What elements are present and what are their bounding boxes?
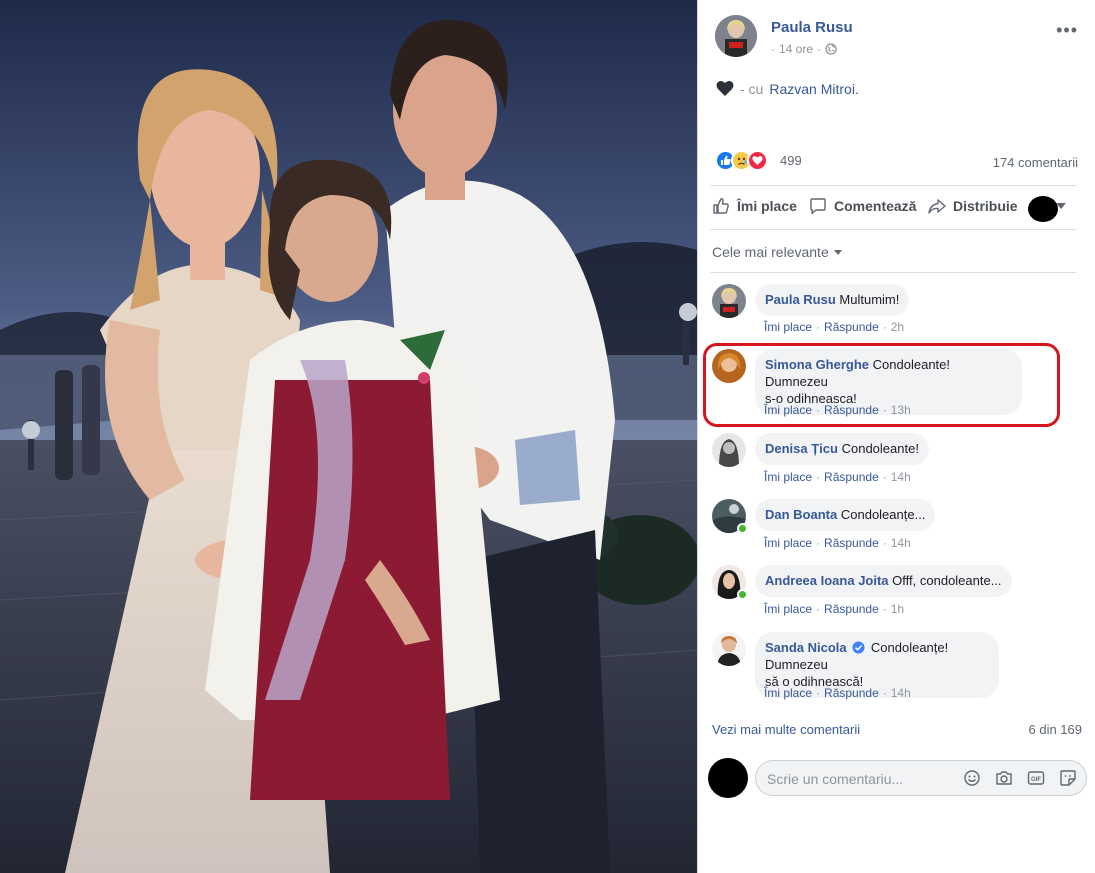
- post-timestamp[interactable]: 14 ore: [779, 42, 813, 56]
- commenter-name[interactable]: Sanda Nicola: [765, 640, 847, 655]
- sticker-icon[interactable]: [1058, 768, 1078, 788]
- globe-icon[interactable]: [825, 43, 837, 55]
- comment-composer: Scrie un comentariu... GIF: [698, 754, 1095, 804]
- commenter-name[interactable]: Simona Gherghe: [765, 357, 869, 372]
- comment-reply-link[interactable]: Răspunde: [824, 320, 879, 334]
- comment-reply-link[interactable]: Răspunde: [824, 602, 879, 616]
- commenter-avatar[interactable]: [712, 349, 746, 383]
- comment-text: Offf, condoleante...: [892, 573, 1002, 588]
- comment-reply-link[interactable]: Răspunde: [824, 403, 879, 417]
- emoji-icon[interactable]: [962, 768, 982, 788]
- online-status-dot: [737, 589, 748, 600]
- comment-actions: Îmi place · Răspunde · 2h: [764, 320, 905, 334]
- post-header: Paula Rusu · 14 ore · •••: [698, 14, 1095, 64]
- comment-count[interactable]: 174 comentarii: [993, 155, 1078, 170]
- chevron-down-icon[interactable]: [1056, 203, 1066, 209]
- comment-bubble: Andreea Ioana Joita Offf, condoleante...: [755, 565, 1012, 597]
- comment-icon: [810, 198, 826, 215]
- comment-actions: Îmi place · Răspunde · 13h: [764, 403, 911, 417]
- comment-time[interactable]: 2h: [891, 320, 904, 334]
- verified-badge-icon: [852, 641, 865, 654]
- caret-down-icon: [833, 249, 842, 255]
- comment-sort-dropdown[interactable]: Cele mai relevante: [712, 244, 842, 260]
- share-button[interactable]: Distribuie: [927, 196, 1018, 216]
- post-meta: · 14 ore ·: [771, 42, 837, 56]
- comment-button[interactable]: Comentează: [808, 196, 916, 216]
- gif-icon[interactable]: GIF: [1026, 768, 1046, 788]
- more-comments-row: Vezi mai multe comentarii 6 din 169: [712, 722, 1082, 737]
- comment-input[interactable]: Scrie un comentariu... GIF: [755, 760, 1087, 796]
- post-text: - cu Razvan Mitroi.: [716, 80, 859, 97]
- divider: [710, 229, 1076, 230]
- post-meta-separator: ·: [817, 42, 822, 56]
- comment-actions: Îmi place · Răspunde · 14h: [764, 686, 911, 700]
- like-button-label: Îmi place: [737, 198, 797, 214]
- comment-actions: Îmi place · Răspunde · 14h: [764, 470, 911, 484]
- post-photo[interactable]: [0, 0, 697, 873]
- svg-text:GIF: GIF: [1031, 777, 1041, 783]
- comment-like-link[interactable]: Îmi place: [764, 686, 812, 700]
- comment-sort-label: Cele mai relevante: [712, 244, 829, 260]
- with-text: - cu: [740, 80, 764, 97]
- comment-time[interactable]: 14h: [891, 536, 911, 550]
- camera-icon[interactable]: [994, 768, 1014, 788]
- commenter-avatar[interactable]: [712, 632, 746, 666]
- divider: [710, 272, 1076, 273]
- comment-actions: Îmi place · Răspunde · 1h: [764, 602, 905, 616]
- comment-time[interactable]: 14h: [891, 470, 911, 484]
- comment-like-link[interactable]: Îmi place: [764, 602, 812, 616]
- comment-time[interactable]: 14h: [891, 686, 911, 700]
- photo-illustration: [0, 0, 697, 873]
- comment-time[interactable]: 13h: [891, 403, 911, 417]
- comment-time[interactable]: 1h: [891, 602, 904, 616]
- thumbs-up-icon: [713, 198, 729, 214]
- comment-button-label: Comentează: [834, 198, 917, 214]
- composer-icons: GIF: [962, 768, 1078, 788]
- current-user-avatar: [708, 758, 748, 798]
- comment-like-link[interactable]: Îmi place: [764, 320, 812, 334]
- comment-bubble: Paula Rusu Multumim!: [755, 284, 910, 316]
- reaction-icons[interactable]: [715, 150, 768, 171]
- tagged-person-link[interactable]: Razvan Mitroi.: [769, 81, 858, 97]
- post-meta-separator: ·: [771, 42, 775, 56]
- share-as-avatar[interactable]: [1028, 196, 1058, 222]
- reactions-summary: 499 174 comentarii: [698, 148, 1095, 176]
- love-reaction-icon: [747, 150, 768, 171]
- view-more-comments-link[interactable]: Vezi mai multe comentarii: [712, 722, 860, 737]
- comment-reply-link[interactable]: Răspunde: [824, 536, 879, 550]
- commenter-avatar[interactable]: [712, 433, 746, 467]
- comment-input-placeholder: Scrie un comentariu...: [767, 771, 904, 787]
- comment-bubble: Denisa Țicu Condoleante!: [755, 433, 929, 465]
- comment-like-link[interactable]: Îmi place: [764, 403, 812, 417]
- comment-text: Multumim!: [839, 292, 900, 307]
- comment-reply-link[interactable]: Răspunde: [824, 686, 879, 700]
- post-side-panel: Paula Rusu · 14 ore · ••• - cu Razvan Mi…: [697, 0, 1095, 873]
- comment-text: Condoleanțe...: [840, 507, 926, 522]
- commenter-name[interactable]: Andreea Ioana Joita: [765, 573, 889, 588]
- more-options-icon[interactable]: •••: [1056, 20, 1078, 41]
- share-button-label: Distribuie: [953, 198, 1018, 214]
- reaction-count[interactable]: 499: [780, 153, 802, 168]
- post-author-name[interactable]: Paula Rusu: [771, 19, 853, 36]
- divider: [710, 185, 1076, 186]
- comment-bubble: Dan Boanta Condoleanțe...: [755, 499, 936, 531]
- online-status-dot: [737, 523, 748, 534]
- like-button[interactable]: Îmi place: [711, 196, 797, 216]
- black-heart-icon: [716, 80, 734, 97]
- post-actions: Îmi place Comentează Distribuie: [698, 188, 1095, 228]
- comment-reply-link[interactable]: Răspunde: [824, 470, 879, 484]
- comment-like-link[interactable]: Îmi place: [764, 470, 812, 484]
- author-avatar[interactable]: [715, 15, 757, 57]
- commenter-name[interactable]: Denisa Țicu: [765, 441, 838, 456]
- comment-like-link[interactable]: Îmi place: [764, 536, 812, 550]
- comments-shown-count: 6 din 169: [1028, 722, 1083, 737]
- commenter-name[interactable]: Dan Boanta: [765, 507, 837, 522]
- commenter-name[interactable]: Paula Rusu: [765, 292, 836, 307]
- comment-text: Condoleante!: [841, 441, 919, 456]
- share-arrow-icon: [928, 199, 946, 214]
- commenter-avatar[interactable]: [712, 284, 746, 318]
- comment-actions: Îmi place · Răspunde · 14h: [764, 536, 911, 550]
